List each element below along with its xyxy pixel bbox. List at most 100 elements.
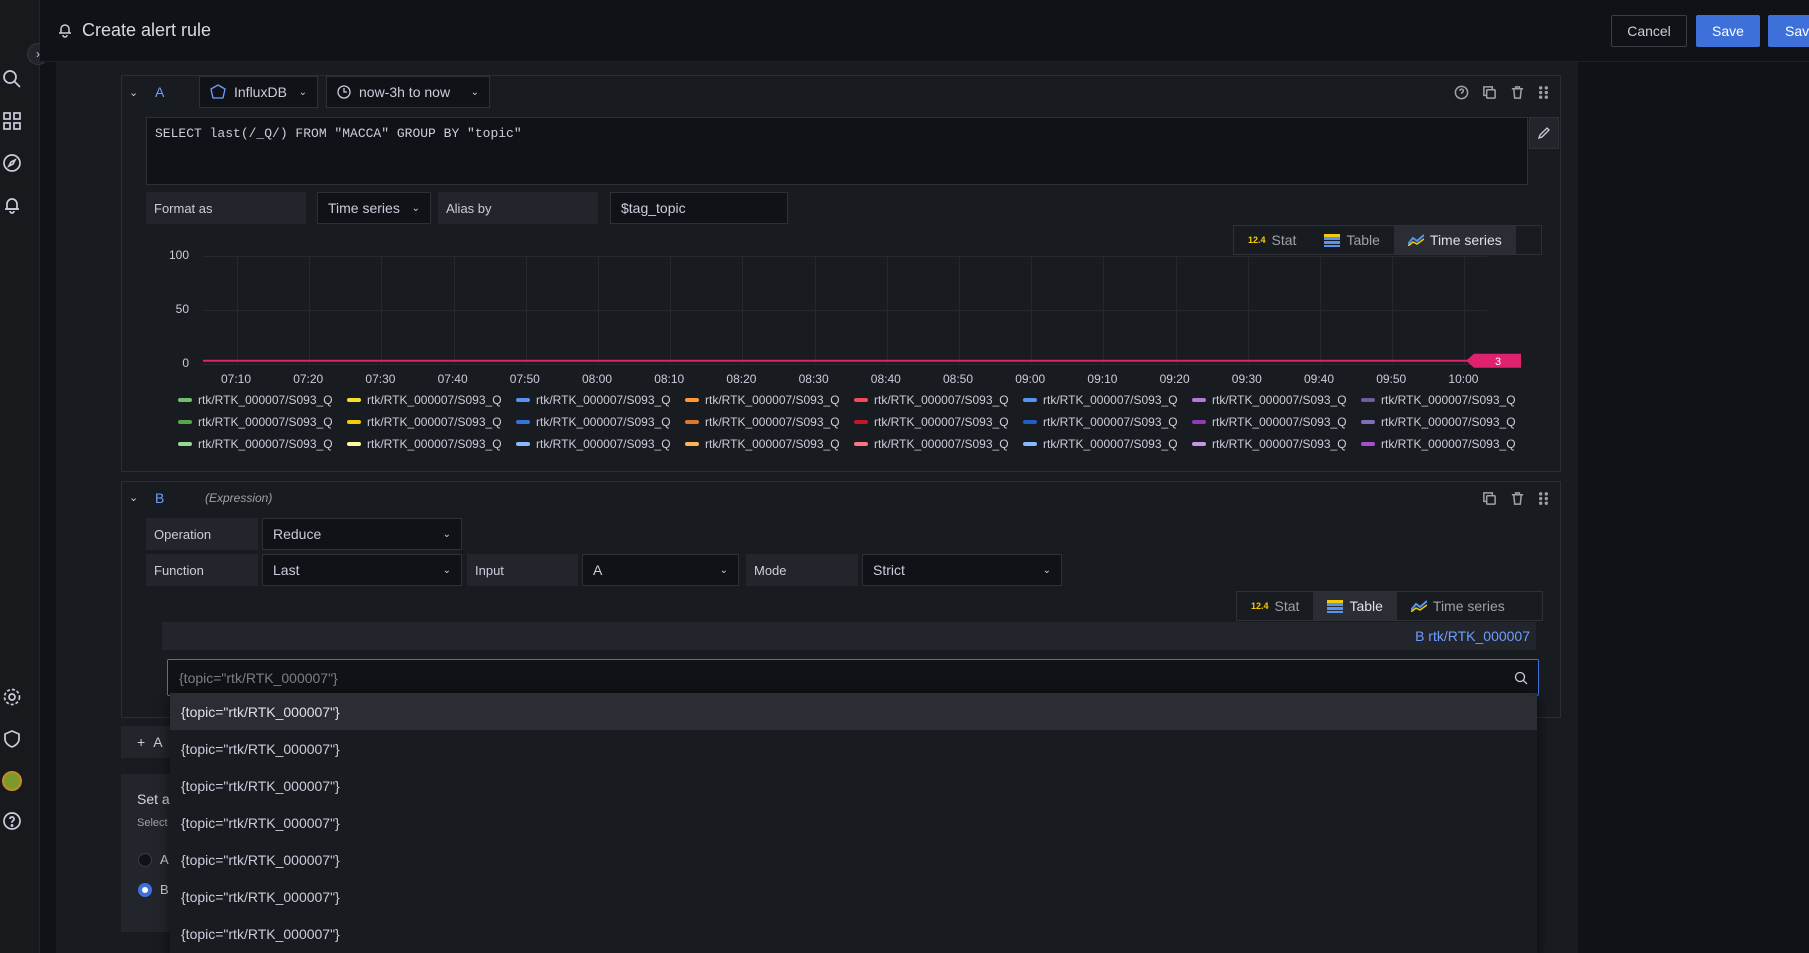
legend-item[interactable]: rtk/RTK_000007/S093_Q — [516, 437, 685, 451]
format-as-select[interactable]: Time series ⌄ — [317, 192, 431, 224]
viz-stat-option[interactable]: 12.4 Stat — [1237, 592, 1313, 620]
legend-item[interactable]: rtk/RTK_000007/S093_Q — [347, 415, 516, 429]
legend-item[interactable]: rtk/RTK_000007/S093_Q — [854, 393, 1023, 407]
drag-handle-icon[interactable] — [1535, 490, 1551, 506]
avatar[interactable] — [1, 770, 23, 792]
legend-swatch — [854, 442, 868, 446]
legend-label: rtk/RTK_000007/S093_Q — [1212, 393, 1347, 407]
dropdown-option[interactable]: {topic="rtk/RTK_000007"} — [170, 878, 1537, 915]
legend-item[interactable]: rtk/RTK_000007/S093_Q — [685, 437, 854, 451]
legend-swatch — [1192, 442, 1206, 446]
alias-by-input[interactable]: $tag_topic — [610, 192, 788, 224]
save-exit-button[interactable]: Save — [1768, 15, 1809, 47]
legend-item[interactable]: rtk/RTK_000007/S093_Q — [347, 437, 516, 451]
time-range-picker[interactable]: now-3h to now ⌄ — [326, 76, 490, 108]
time-range-value: now-3h to now — [359, 84, 451, 100]
viz-stat-label: Stat — [1271, 232, 1297, 248]
dropdown-option[interactable]: {topic="rtk/RTK_000007"} — [170, 767, 1537, 804]
legend-item[interactable]: rtk/RTK_000007/S093_Q — [178, 393, 347, 407]
help-icon[interactable] — [1, 810, 23, 832]
legend-item[interactable]: rtk/RTK_000007/S093_Q — [516, 393, 685, 407]
viz-table-option[interactable]: Table — [1313, 592, 1397, 620]
dropdown-option[interactable]: {topic="rtk/RTK_000007"} — [170, 693, 1537, 730]
datasource-picker[interactable]: InfluxDB ⌄ — [199, 76, 318, 108]
cancel-button[interactable]: Cancel — [1611, 15, 1687, 47]
timeseries-chart: 100 50 0 07:10 07:20 07:30 07:40 07:50 08:00 08:1… — [121, 250, 1561, 390]
edit-query-button[interactable] — [1529, 117, 1559, 149]
search-icon[interactable] — [1, 68, 23, 90]
legend-label: rtk/RTK_000007/S093_Q — [874, 393, 1009, 407]
dropdown-option[interactable]: {topic="rtk/RTK_000007"} — [170, 841, 1537, 878]
query-editor[interactable]: SELECT last(/_Q/) FROM "MACCA" GROUP BY … — [146, 117, 1528, 185]
legend-item[interactable]: rtk/RTK_000007/S093_Q — [1192, 437, 1361, 451]
viz-timeseries-label: Time series — [1432, 598, 1505, 614]
legend-swatch — [1023, 398, 1037, 402]
table-column-header[interactable]: B rtk/RTK_000007 — [162, 622, 1536, 650]
operation-value: Reduce — [273, 526, 322, 542]
query-ref-id[interactable]: B — [155, 490, 164, 506]
legend-item[interactable]: rtk/RTK_000007/S093_Q — [1192, 415, 1361, 429]
legend-swatch — [685, 420, 699, 424]
dashboards-icon[interactable] — [1, 110, 23, 132]
legend-item[interactable]: rtk/RTK_000007/S093_Q — [178, 437, 347, 451]
viz-table-label: Table — [1349, 598, 1383, 614]
legend-item[interactable]: rtk/RTK_000007/S093_Q — [1192, 393, 1361, 407]
operation-select[interactable]: Reduce ⌄ — [262, 518, 462, 550]
legend-label: rtk/RTK_000007/S093_Q — [198, 437, 333, 451]
help-icon[interactable] — [1453, 84, 1469, 100]
query-ref-id[interactable]: A — [155, 84, 164, 100]
radio-a[interactable] — [138, 853, 152, 867]
delete-icon[interactable] — [1509, 84, 1525, 100]
legend-item[interactable]: rtk/RTK_000007/S093_Q — [1023, 437, 1192, 451]
legend-swatch — [854, 398, 868, 402]
chevron-down-icon: ⌄ — [1042, 564, 1051, 576]
legend-item[interactable]: rtk/RTK_000007/S093_Q — [178, 415, 347, 429]
duplicate-icon[interactable] — [1481, 84, 1497, 100]
legend-swatch — [1361, 420, 1375, 424]
viz-timeseries-option[interactable]: Time series — [1397, 592, 1519, 620]
legend-swatch — [516, 398, 530, 402]
legend-swatch — [1192, 420, 1206, 424]
legend-item[interactable]: rtk/RTK_000007/S093_Q — [854, 437, 1023, 451]
drag-handle-icon[interactable] — [1535, 84, 1551, 100]
shield-icon[interactable] — [1, 728, 23, 750]
collapse-chevron-icon[interactable]: ⌄ — [129, 86, 138, 99]
legend-swatch — [347, 420, 361, 424]
legend-item[interactable]: rtk/RTK_000007/S093_Q — [1361, 437, 1530, 451]
legend-swatch — [347, 398, 361, 402]
radio-b[interactable] — [138, 883, 152, 897]
collapse-chevron-icon[interactable]: ⌄ — [129, 491, 138, 504]
alerting-bell-icon[interactable] — [1, 194, 23, 216]
legend-item[interactable]: rtk/RTK_000007/S093_Q — [1023, 415, 1192, 429]
dropdown-option[interactable]: {topic="rtk/RTK_000007"} — [170, 804, 1537, 841]
legend-item[interactable]: rtk/RTK_000007/S093_Q — [1361, 393, 1530, 407]
legend-item[interactable]: rtk/RTK_000007/S093_Q — [685, 393, 854, 407]
explore-icon[interactable] — [1, 152, 23, 174]
legend-label: rtk/RTK_000007/S093_Q — [1043, 393, 1178, 407]
delete-icon[interactable] — [1509, 490, 1525, 506]
dropdown-option[interactable]: {topic="rtk/RTK_000007"} — [170, 730, 1537, 767]
save-button[interactable]: Save — [1696, 15, 1760, 47]
alias-by-label: Alias by — [438, 192, 598, 224]
chevron-down-icon: ⌄ — [719, 564, 728, 576]
settings-gear-icon[interactable] — [1, 686, 23, 708]
function-select[interactable]: Last ⌄ — [262, 554, 462, 586]
legend-item[interactable]: rtk/RTK_000007/S093_Q — [854, 415, 1023, 429]
legend-item[interactable]: rtk/RTK_000007/S093_Q — [1361, 415, 1530, 429]
radio-a-label: A — [160, 852, 169, 867]
section-title: Set a — [137, 791, 170, 807]
mode-select[interactable]: Strict ⌄ — [862, 554, 1062, 586]
legend-item[interactable]: rtk/RTK_000007/S093_Q — [516, 415, 685, 429]
legend-item[interactable]: rtk/RTK_000007/S093_Q — [685, 415, 854, 429]
side-nav — [0, 0, 40, 953]
input-select[interactable]: A ⌄ — [582, 554, 739, 586]
format-as-label: Format as — [146, 192, 306, 224]
series-select-input[interactable]: {topic="rtk/RTK_000007"} — [167, 659, 1539, 696]
legend-item[interactable]: rtk/RTK_000007/S093_Q — [1023, 393, 1192, 407]
duplicate-icon[interactable] — [1481, 490, 1497, 506]
legend-item[interactable]: rtk/RTK_000007/S093_Q — [347, 393, 516, 407]
legend-label: rtk/RTK_000007/S093_Q — [536, 415, 671, 429]
dropdown-option[interactable]: {topic="rtk/RTK_000007"} — [170, 915, 1537, 952]
expression-type: (Expression) — [205, 491, 273, 505]
legend-label: rtk/RTK_000007/S093_Q — [367, 437, 502, 451]
